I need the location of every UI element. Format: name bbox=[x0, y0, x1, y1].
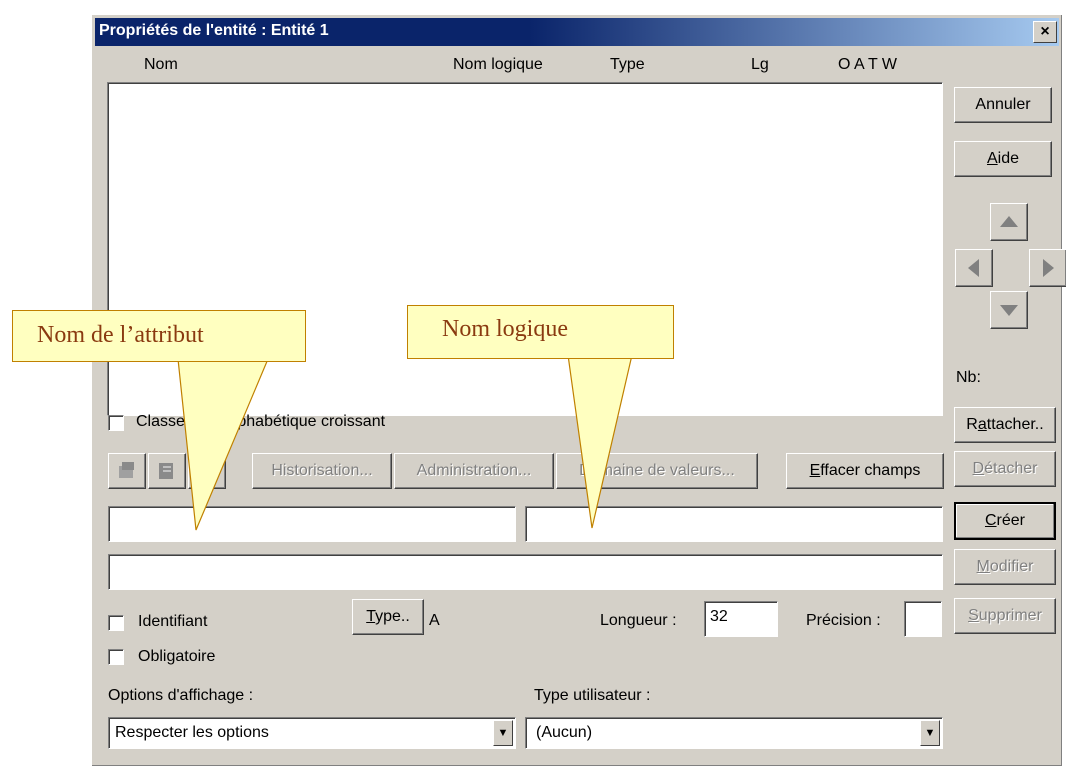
callout-attribute-name-text: Nom de l’attribut bbox=[37, 322, 204, 348]
callout-right-pointer bbox=[567, 354, 633, 529]
callout-logical-name: Nom logique bbox=[407, 305, 674, 359]
callout-left-joint bbox=[181, 357, 265, 361]
callout-left-pointer bbox=[177, 358, 269, 531]
callout-right-joint bbox=[571, 353, 629, 358]
callout-pointers bbox=[177, 354, 633, 531]
callout-logical-name-text: Nom logique bbox=[442, 316, 568, 342]
callout-attribute-name: Nom de l’attribut bbox=[12, 310, 306, 362]
